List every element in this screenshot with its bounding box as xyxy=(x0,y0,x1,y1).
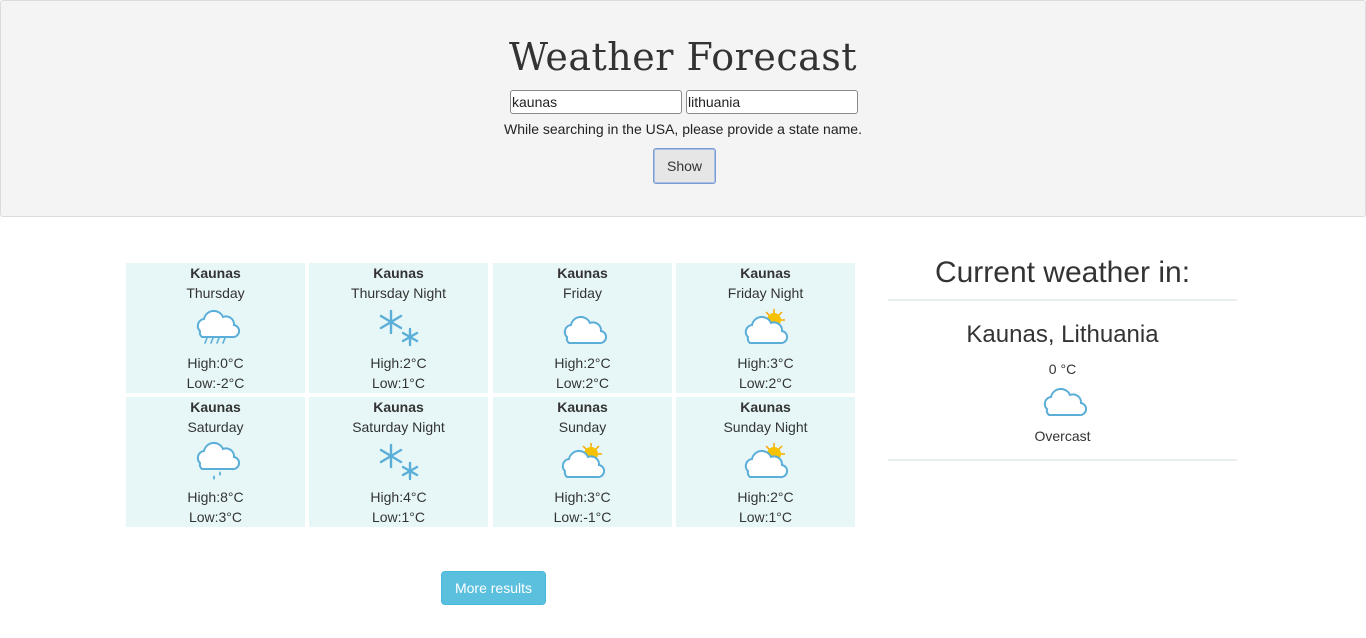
forecast-high: High:3°C xyxy=(554,489,611,505)
divider xyxy=(888,459,1237,461)
forecast-low: Low:1°C xyxy=(371,375,426,391)
forecast-low: Low:1°C xyxy=(371,509,426,525)
forecast-city: Kaunas xyxy=(373,265,424,281)
forecast-card: Kaunas Thursday Night High:2°C Low:1°C xyxy=(309,263,488,393)
cloud-icon xyxy=(563,315,607,345)
forecast-low: Low:-2°C xyxy=(186,375,245,391)
forecast-day: Friday Night xyxy=(727,285,804,301)
current-weather-panel: Current weather in: Kaunas, Lithuania 0 … xyxy=(888,255,1237,461)
forecast-high: High:2°C xyxy=(370,355,427,371)
forecast-low: Low:2°C xyxy=(555,375,610,391)
forecast-card: Kaunas Sunday Night High:2°C Low:1°C xyxy=(676,397,855,527)
forecast-high: High:2°C xyxy=(737,489,794,505)
forecast-high: High:3°C xyxy=(737,355,794,371)
snowflake-icon xyxy=(379,443,418,481)
forecast-city: Kaunas xyxy=(740,399,791,415)
city-input[interactable] xyxy=(510,90,682,114)
page-title: Weather Forecast xyxy=(508,35,858,79)
partly-cloudy-icon xyxy=(744,309,788,345)
forecast-city: Kaunas xyxy=(740,265,791,281)
cloud-icon xyxy=(1043,387,1087,417)
forecast-card: Kaunas Thursday High:0°C Low:-2°C xyxy=(126,263,305,393)
forecast-city: Kaunas xyxy=(190,399,241,415)
forecast-low: Low:2°C xyxy=(738,375,793,391)
forecast-high: High:8°C xyxy=(187,489,244,505)
forecast-city: Kaunas xyxy=(190,265,241,281)
country-input[interactable] xyxy=(686,90,858,114)
search-hint: While searching in the USA, please provi… xyxy=(504,121,862,137)
current-description: Overcast xyxy=(1034,428,1091,444)
divider xyxy=(888,299,1237,301)
forecast-high: High:4°C xyxy=(370,489,427,505)
forecast-low: Low:1°C xyxy=(738,509,793,525)
show-button[interactable]: Show xyxy=(653,148,716,184)
forecast-low: Low:3°C xyxy=(188,509,243,525)
forecast-card: Kaunas Friday High:2°C Low:2°C xyxy=(493,263,672,393)
rain-cloud-icon xyxy=(196,309,240,344)
partly-cloudy-icon xyxy=(744,443,788,479)
forecast-card: Kaunas Saturday High:8°C Low:3°C xyxy=(126,397,305,527)
forecast-city: Kaunas xyxy=(557,399,608,415)
forecast-day: Sunday xyxy=(558,419,607,435)
forecast-high: High:2°C xyxy=(554,355,611,371)
forecast-city: Kaunas xyxy=(557,265,608,281)
current-location: Kaunas, Lithuania xyxy=(966,321,1159,348)
drizzle-cloud-icon xyxy=(196,441,240,480)
forecast-high: High:0°C xyxy=(187,355,244,371)
forecast-card: Kaunas Saturday Night High:4°C Low:1°C xyxy=(309,397,488,527)
forecast-day: Saturday Night xyxy=(352,419,445,435)
current-weather-title: Current weather in: xyxy=(934,256,1191,289)
forecast-card: Kaunas Sunday High:3°C Low:-1°C xyxy=(493,397,672,527)
forecast-day: Saturday xyxy=(187,419,244,435)
snowflake-icon xyxy=(379,309,418,347)
partly-cloudy-icon xyxy=(561,443,605,479)
search-panel: Weather Forecast While searching in the … xyxy=(0,0,1366,217)
forecast-card: Kaunas Friday Night High:3°C Low:2°C xyxy=(676,263,855,393)
forecast-low: Low:-1°C xyxy=(553,509,612,525)
forecast-city: Kaunas xyxy=(373,399,424,415)
forecast-day: Sunday Night xyxy=(723,419,808,435)
forecast-day: Friday xyxy=(563,285,602,301)
forecast-day: Thursday xyxy=(186,285,245,301)
more-results-button[interactable]: More results xyxy=(441,571,546,605)
forecast-day: Thursday Night xyxy=(351,285,446,301)
current-temperature: 0 °C xyxy=(1048,361,1077,377)
